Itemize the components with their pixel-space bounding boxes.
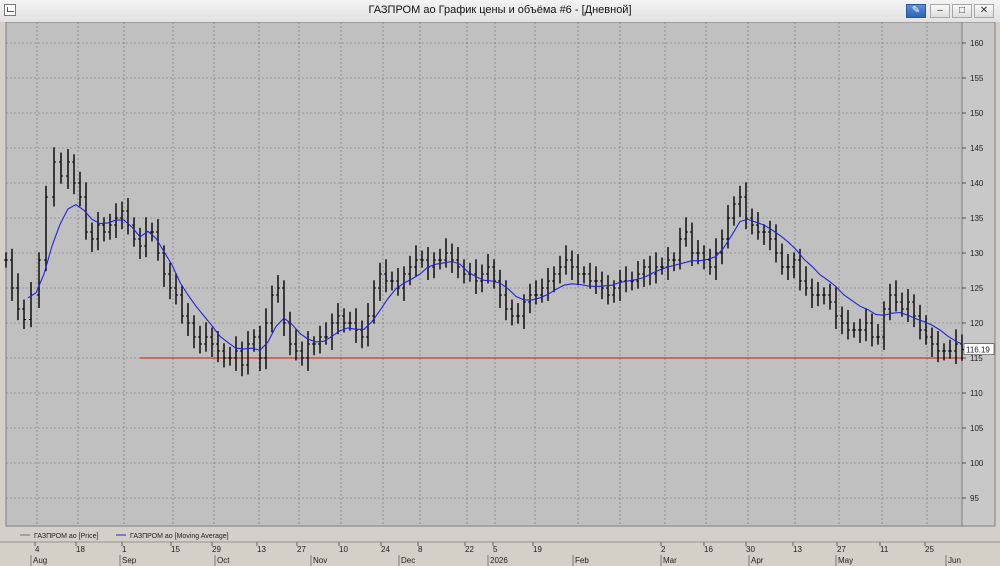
x-day-label: 13 bbox=[793, 545, 802, 554]
y-tick-label: 140 bbox=[970, 179, 984, 188]
x-day-label: 22 bbox=[465, 545, 474, 554]
x-day-label: 8 bbox=[418, 545, 423, 554]
current-price-label: 116.19 bbox=[966, 346, 990, 355]
y-tick-label: 150 bbox=[970, 109, 984, 118]
x-day-label: 18 bbox=[76, 545, 85, 554]
x-day-label: 27 bbox=[297, 545, 306, 554]
y-tick-label: 155 bbox=[970, 74, 984, 83]
minimize-button[interactable]: – bbox=[930, 4, 950, 18]
y-tick-label: 115 bbox=[970, 354, 983, 363]
chart-area[interactable]: 95 100 105 110 115 120 125 130 135 140 145 150 155 16… bbox=[0, 22, 1000, 566]
legend-item: ГАЗПРОМ ао [Price] bbox=[34, 533, 99, 540]
x-month-label: Dec bbox=[401, 556, 415, 565]
y-tick-label: 120 bbox=[970, 319, 984, 328]
x-day-label: 30 bbox=[746, 545, 755, 554]
x-day-label: 27 bbox=[837, 545, 846, 554]
x-day-label: 25 bbox=[925, 545, 934, 554]
x-day-label: 10 bbox=[339, 545, 348, 554]
x-day-label: 1 bbox=[122, 545, 127, 554]
maximize-button[interactable]: □ bbox=[952, 4, 972, 18]
x-day-label: 2 bbox=[661, 545, 666, 554]
x-day-label: 16 bbox=[704, 545, 713, 554]
y-tick-label: 130 bbox=[970, 249, 984, 258]
x-day-label: 19 bbox=[533, 545, 542, 554]
chart-window: ГАЗПРОМ ао График цены и объёма #6 - [Дн… bbox=[0, 0, 1000, 566]
x-month-label: May bbox=[838, 556, 853, 565]
x-month-label: Apr bbox=[751, 556, 764, 565]
y-tick-label: 110 bbox=[970, 389, 983, 398]
x-day-label: 5 bbox=[493, 545, 498, 554]
x-day-label: 29 bbox=[212, 545, 221, 554]
window-title: ГАЗПРОМ ао График цены и объёма #6 - [Дн… bbox=[368, 4, 632, 16]
y-tick-label: 145 bbox=[970, 144, 984, 153]
x-month-label: Nov bbox=[313, 556, 327, 565]
y-tick-label: 95 bbox=[970, 494, 979, 503]
legend-item: ГАЗПРОМ ао [Moving Average] bbox=[130, 533, 229, 540]
price-chart[interactable]: 9510010511011512012513013514014515015516… bbox=[0, 22, 1000, 566]
x-day-label: 24 bbox=[381, 545, 390, 554]
x-month-label: Feb bbox=[575, 556, 589, 565]
y-axis-panel bbox=[961, 22, 996, 527]
y-tick-label: 160 bbox=[970, 39, 984, 48]
close-button[interactable]: ✕ bbox=[974, 4, 994, 18]
y-tick-label: 135 bbox=[970, 214, 984, 223]
x-month-label: Sep bbox=[122, 556, 137, 565]
y-tick-label: 105 bbox=[970, 424, 984, 433]
x-month-label: 2026 bbox=[490, 556, 508, 565]
pin-icon[interactable]: ✎ bbox=[906, 4, 926, 18]
x-day-label: 11 bbox=[880, 545, 889, 554]
y-tick-label: 100 bbox=[970, 459, 984, 468]
x-day-label: 15 bbox=[171, 545, 180, 554]
x-day-label: 4 bbox=[35, 545, 40, 554]
x-month-label: Mar bbox=[663, 556, 677, 565]
x-month-label: Jun bbox=[948, 556, 961, 565]
x-month-label: Aug bbox=[33, 556, 47, 565]
x-month-label: Oct bbox=[217, 556, 230, 565]
y-tick-label: 125 bbox=[970, 284, 984, 293]
x-day-label: 13 bbox=[257, 545, 266, 554]
title-bar[interactable]: ГАЗПРОМ ао График цены и объёма #6 - [Дн… bbox=[0, 0, 1000, 23]
